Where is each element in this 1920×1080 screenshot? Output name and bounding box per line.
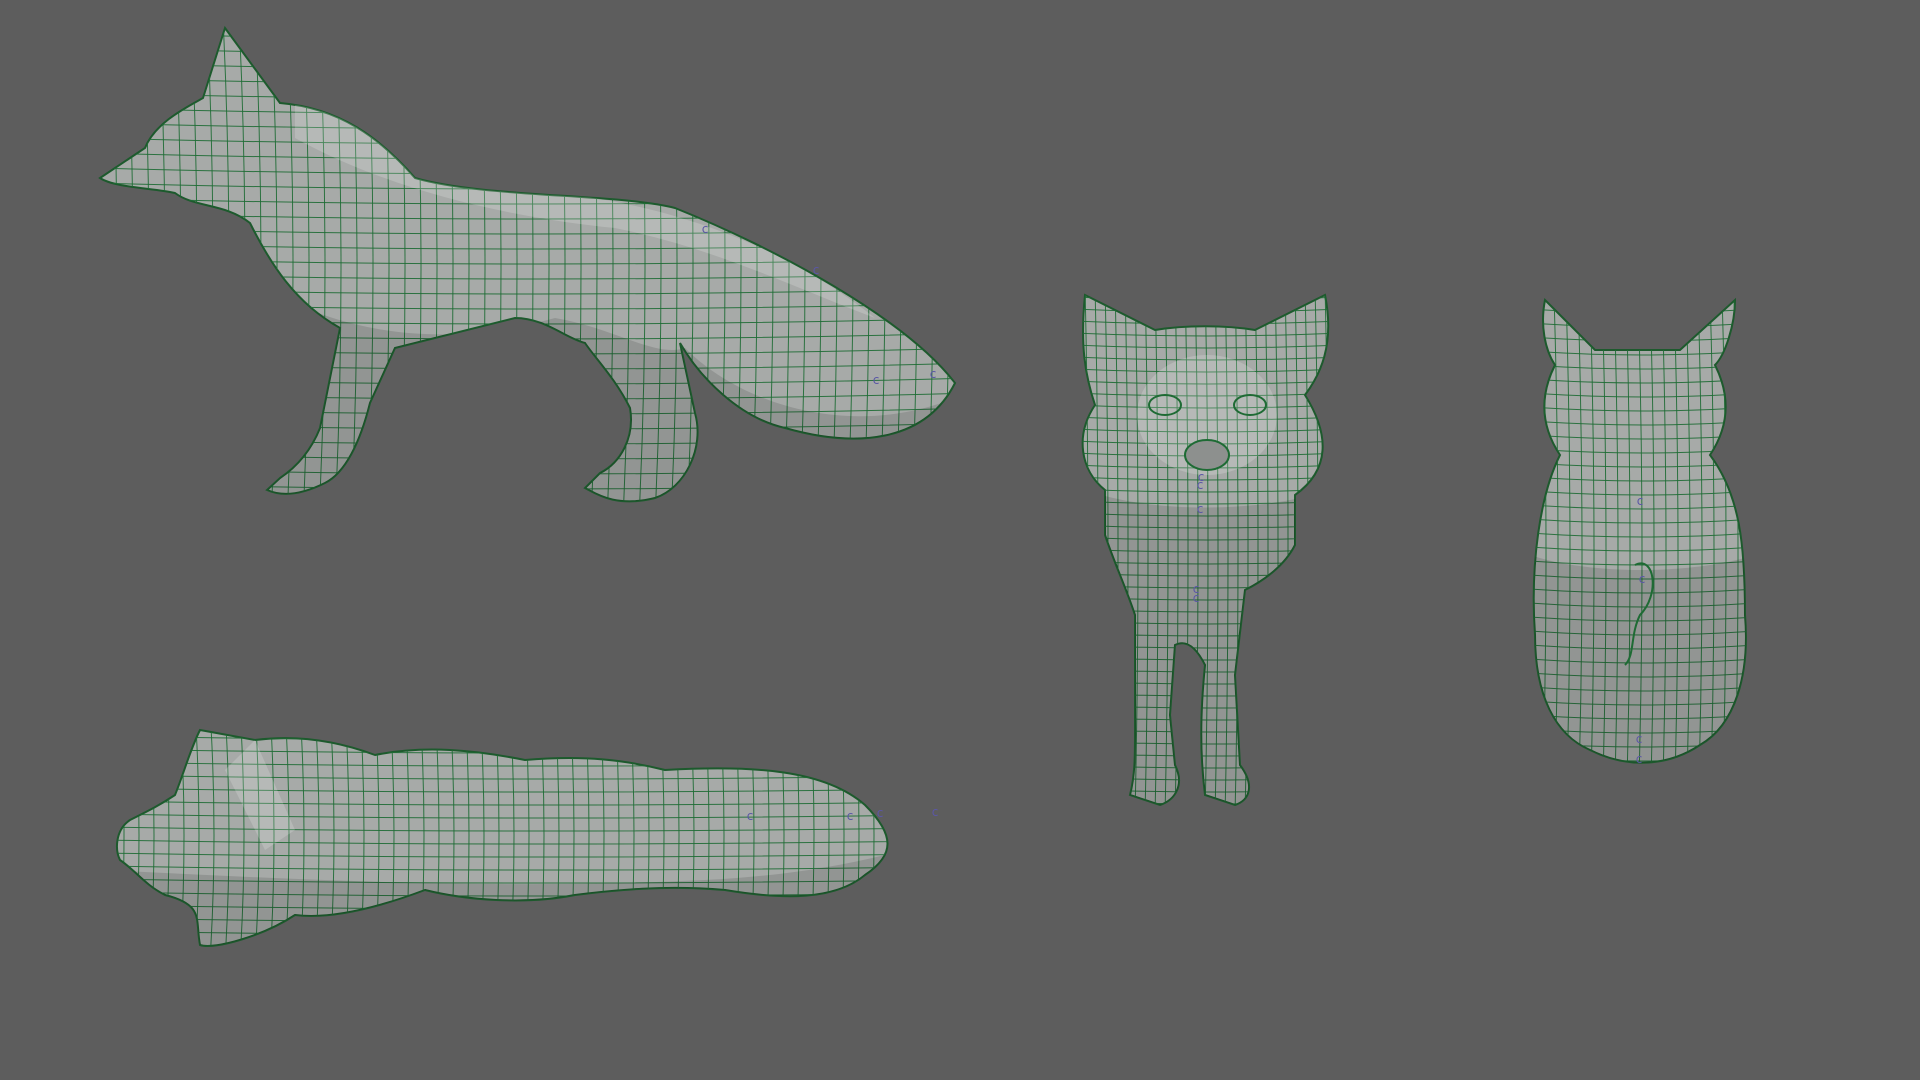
selection-marker[interactable]: c: [811, 264, 821, 276]
selection-marker[interactable]: c: [1634, 753, 1644, 765]
fox-back-view[interactable]: c c c c: [1530, 295, 1755, 815]
fox-front-view[interactable]: c c c c c: [1075, 285, 1340, 815]
selection-marker[interactable]: c: [745, 810, 755, 822]
selection-marker[interactable]: c: [845, 810, 855, 822]
selection-marker[interactable]: c: [875, 807, 885, 819]
fox-front-mesh[interactable]: [1075, 285, 1340, 815]
selection-marker[interactable]: c: [700, 223, 710, 235]
fox-top-mesh[interactable]: [105, 710, 985, 960]
selection-marker[interactable]: c: [871, 374, 881, 386]
fox-side-view[interactable]: c c c c: [95, 18, 975, 518]
modeling-viewport[interactable]: c c c c c c c c c c c c c c c c c: [0, 0, 1920, 1080]
selection-marker[interactable]: c: [1634, 733, 1644, 745]
selection-marker[interactable]: c: [1637, 573, 1647, 585]
fox-top-view[interactable]: c c c c: [105, 710, 985, 960]
selection-marker[interactable]: c: [1635, 495, 1645, 507]
selection-marker[interactable]: c: [930, 806, 940, 818]
selection-marker[interactable]: c: [1195, 503, 1205, 515]
fox-side-mesh[interactable]: [95, 18, 975, 518]
selection-marker[interactable]: c: [1191, 592, 1201, 604]
selection-marker[interactable]: c: [928, 368, 938, 380]
selection-marker[interactable]: c: [1196, 471, 1206, 483]
